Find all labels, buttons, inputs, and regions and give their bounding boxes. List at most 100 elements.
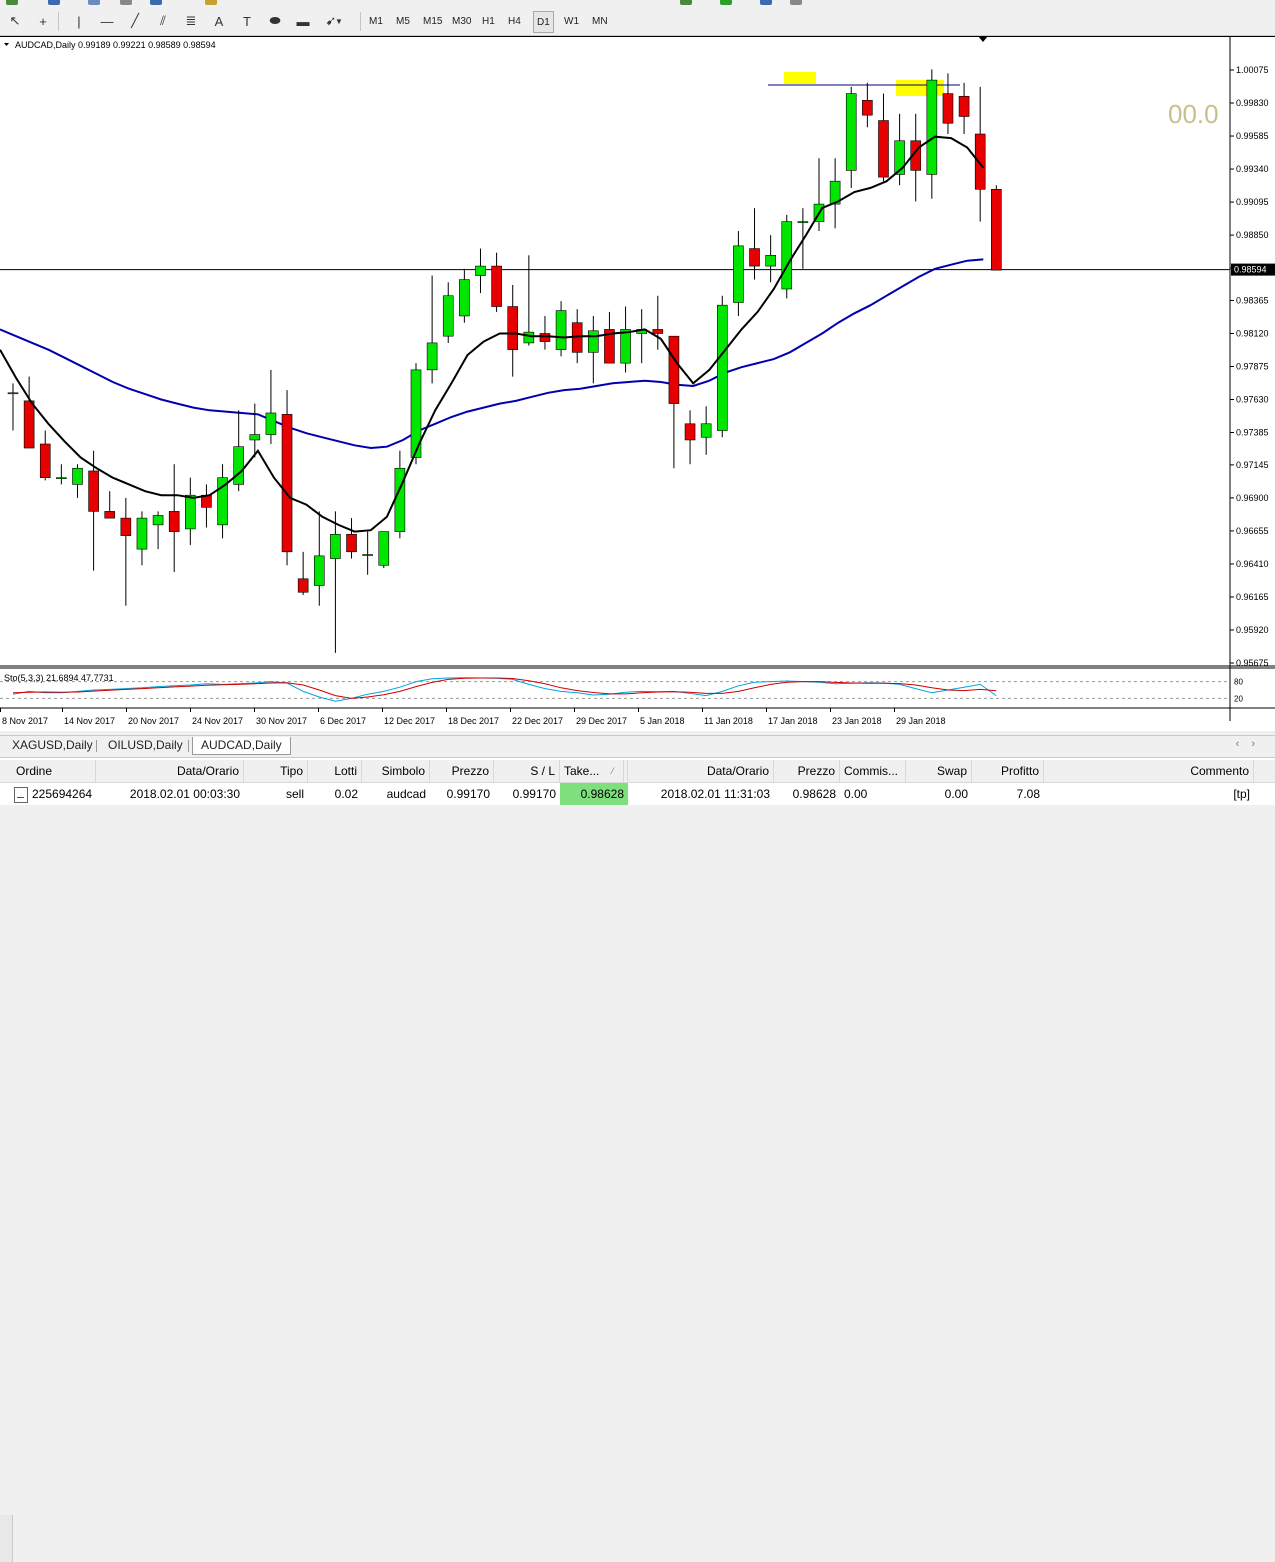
chevron-down-icon[interactable]: ▼ [334, 11, 344, 31]
candle-bullish[interactable] [716, 304, 728, 431]
candle-bearish[interactable] [749, 248, 760, 267]
column-header-ordine[interactable]: Ordine [12, 760, 96, 782]
column-header-lotti[interactable]: Lotti [308, 760, 362, 782]
candle-bearish[interactable] [39, 443, 51, 478]
rectangle-icon[interactable]: ▬ [292, 11, 314, 31]
candle-bullish[interactable] [700, 423, 712, 438]
candle-bullish[interactable] [926, 79, 938, 175]
candle-bullish[interactable] [313, 555, 325, 586]
candle-bearish[interactable] [878, 120, 889, 178]
y-tick-label: 0.96165 [1236, 592, 1269, 602]
column-header-s-l[interactable]: S / L [494, 760, 560, 782]
candle-bullish[interactable] [265, 412, 277, 435]
equidistant-channel-icon[interactable]: ⫽ [152, 11, 174, 31]
tab-xagusd-daily[interactable]: XAGUSD,Daily [4, 737, 101, 754]
candle-bullish[interactable] [249, 434, 261, 441]
candle-bearish[interactable] [168, 511, 180, 532]
candle-bearish[interactable] [23, 400, 35, 449]
candle-bullish[interactable] [233, 446, 244, 485]
timeframe-m1-button[interactable]: M1 [366, 11, 386, 31]
timeframe-w1-button[interactable]: W1 [561, 11, 582, 31]
candle-bearish[interactable] [991, 188, 1002, 271]
fibonacci-icon[interactable]: ≣ [180, 11, 202, 31]
candle-bullish[interactable] [475, 265, 486, 276]
column-header-commis[interactable]: Commis... [840, 760, 906, 782]
column-header-tipo[interactable]: Tipo [244, 760, 308, 782]
candle-bullish[interactable] [185, 494, 196, 530]
cursor-icon[interactable]: ↖ [4, 11, 26, 31]
cell-s-l: 0.99170 [512, 787, 556, 801]
tab-scroll-arrows[interactable]: ‹› [1236, 738, 1267, 750]
table-row[interactable]: 225694264 2018.02.01 00:03:30 sell 0.02 audc… [0, 783, 1275, 805]
candle-bullish[interactable] [72, 467, 83, 485]
text-label-icon[interactable]: T [236, 11, 258, 31]
y-tick-label: 0.96410 [1236, 559, 1269, 569]
candle-bullish[interactable] [733, 245, 744, 303]
candle-bullish[interactable] [7, 392, 19, 395]
crosshair-icon[interactable]: + [32, 11, 54, 31]
text-icon[interactable]: A [208, 11, 230, 31]
timeframe-m15-button[interactable]: M15 [420, 11, 445, 31]
candle-bearish[interactable] [346, 533, 357, 553]
chart-canvas[interactable]: 1.00075 0.99830 0.99585 0.99340 0.99095 0.988… [0, 36, 1275, 731]
y-tick-label: 0.97385 [1236, 428, 1269, 438]
tab-oilusd-daily[interactable]: OILUSD,Daily [100, 737, 191, 754]
column-header-prezzo[interactable]: Prezzo [430, 760, 494, 782]
timeframe-mn-button[interactable]: MN [589, 11, 611, 31]
horizontal-line-icon[interactable]: — [96, 11, 118, 31]
candle-bullish[interactable] [136, 517, 148, 550]
trendline-icon[interactable]: ╱ [124, 11, 146, 31]
candle-bullish[interactable] [362, 554, 373, 556]
timeframe-h1-button[interactable]: H1 [479, 11, 498, 31]
candle-bullish[interactable] [378, 531, 390, 566]
candle-bullish[interactable] [765, 255, 776, 267]
candle-bullish[interactable] [56, 477, 67, 479]
candle-bullish[interactable] [588, 330, 599, 353]
column-header-profitto[interactable]: Profitto [972, 760, 1044, 782]
candle-bullish[interactable] [523, 331, 535, 344]
timeframe-m30-button[interactable]: M30 [449, 11, 474, 31]
vertical-line-icon[interactable]: | [68, 11, 90, 31]
candle-bullish[interactable] [426, 342, 438, 371]
candle-bearish[interactable] [974, 133, 986, 190]
candle-bearish[interactable] [684, 423, 696, 441]
candle-bullish[interactable] [845, 93, 857, 171]
candle-bullish[interactable] [781, 221, 793, 290]
column-header-commento[interactable]: Commento [1044, 760, 1254, 782]
candle-bearish[interactable] [120, 517, 132, 536]
x-tick-label: 12 Dec 2017 [384, 716, 435, 726]
candle-bullish[interactable] [330, 533, 341, 559]
candle-bearish[interactable] [281, 414, 293, 553]
candle-bearish[interactable] [652, 329, 664, 334]
candle-bearish[interactable] [104, 511, 116, 519]
candle-bullish[interactable] [459, 279, 470, 317]
candle-bearish[interactable] [862, 100, 873, 116]
sort-indicator-icon[interactable]: ⁄ [608, 760, 624, 782]
price-chart[interactable]: 1.00075 0.99830 0.99585 0.99340 0.99095 0.988… [0, 36, 1275, 731]
candle-bearish[interactable] [297, 578, 309, 593]
ellipse-icon[interactable]: ⬬ [264, 11, 286, 31]
candle-bullish[interactable] [797, 221, 809, 223]
timeframe-h4-button[interactable]: H4 [505, 11, 524, 31]
candle-bearish[interactable] [88, 470, 99, 512]
timeframe-d1-button[interactable]: D1 [533, 11, 554, 33]
candle-bearish[interactable] [491, 265, 502, 307]
candle-bearish[interactable] [539, 333, 551, 342]
candle-bearish[interactable] [668, 335, 680, 404]
tab-audcad-daily[interactable]: AUDCAD,Daily [192, 737, 291, 755]
candle-bearish[interactable] [958, 95, 970, 117]
column-header-simbolo[interactable]: Simbolo [362, 760, 430, 782]
column-header-prezzo[interactable]: Prezzo [774, 760, 840, 782]
candle-bullish[interactable] [394, 467, 406, 532]
column-header-data-orario[interactable]: Data/Orario [96, 760, 244, 782]
toolbar-separator [58, 12, 59, 31]
column-header-swap[interactable]: Swap [906, 760, 972, 782]
candle-bearish[interactable] [942, 93, 954, 124]
candle-bullish[interactable] [442, 295, 454, 337]
timeframe-m5-button[interactable]: M5 [393, 11, 413, 31]
candle-bullish[interactable] [152, 515, 164, 526]
candle-bullish[interactable] [555, 310, 567, 350]
candle-bearish[interactable] [507, 306, 519, 350]
candle-bullish[interactable] [620, 329, 631, 364]
column-header-data-orario[interactable]: Data/Orario [628, 760, 774, 782]
